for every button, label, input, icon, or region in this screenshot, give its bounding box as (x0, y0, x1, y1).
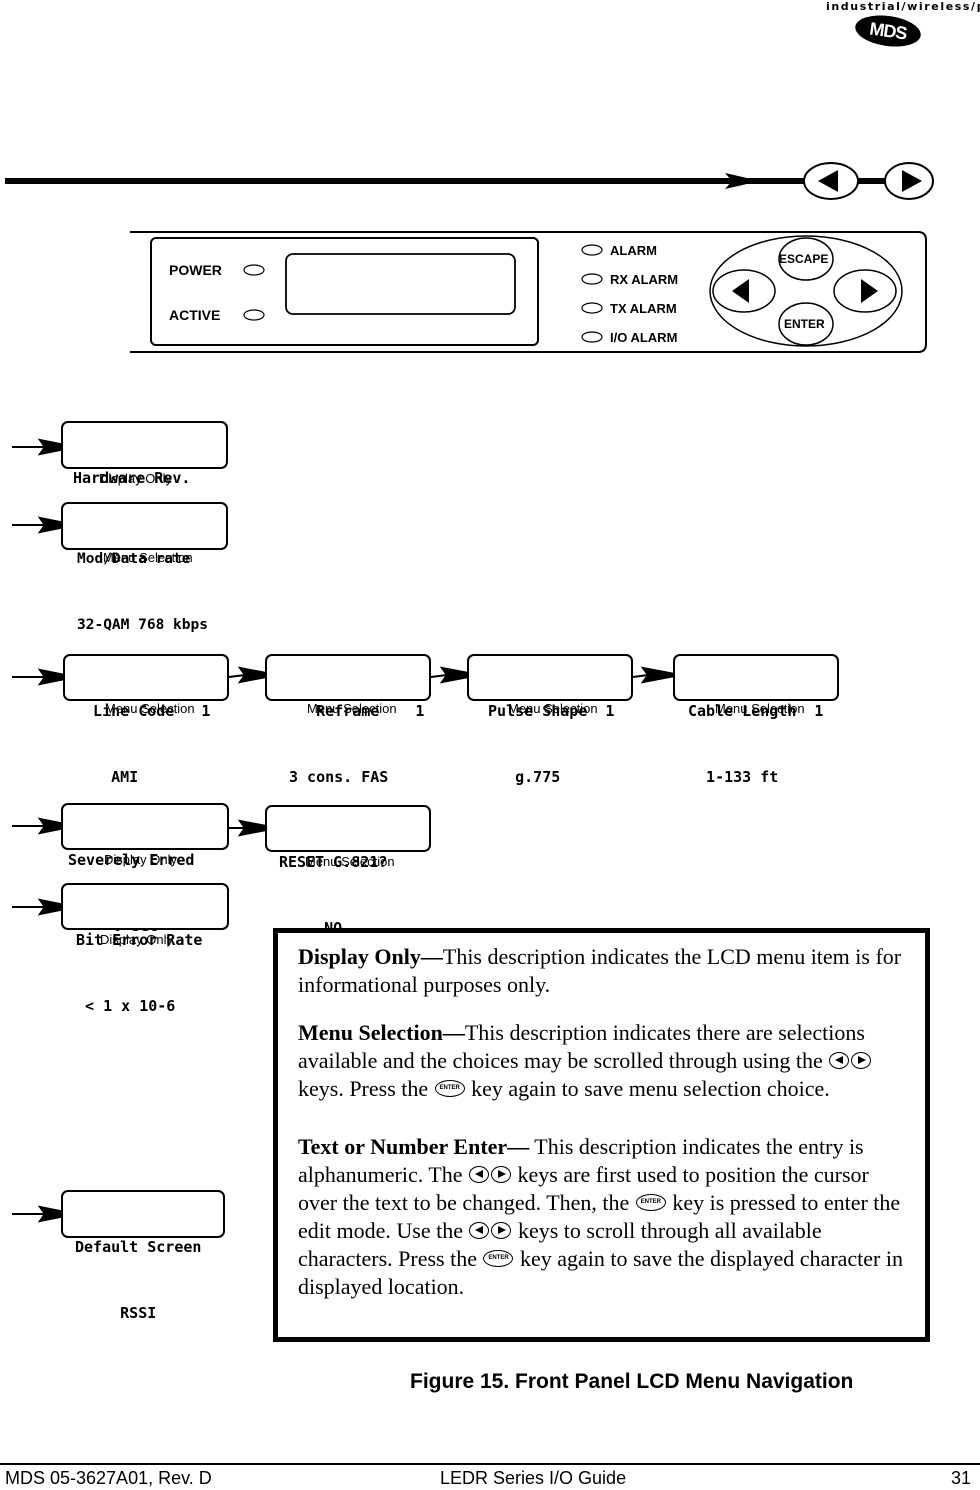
active-label: ACTIVE (169, 307, 221, 323)
lcd-line-2: AMI (75, 768, 139, 786)
text-enter-description: Text or Number Enter— This description i… (298, 1133, 905, 1301)
left-key-icon (829, 1052, 850, 1070)
caption-display-only: Display Only (100, 932, 173, 947)
active-led (243, 309, 265, 321)
alarm-led (581, 244, 603, 256)
caption-menu-selection: Menu Selection (103, 550, 193, 565)
power-led (243, 264, 265, 276)
enter-key-icon: ENTER (434, 1080, 465, 1098)
nav-left-button[interactable] (803, 162, 859, 200)
display-only-description: Display Only—This description indicates … (298, 943, 905, 999)
display-only-term: Display Only— (298, 944, 443, 969)
footer-divider (0, 1463, 980, 1465)
lcd-default-screen: Default Screen RSSI (61, 1190, 225, 1322)
lcd-line-2: 3 cons. FAS (289, 768, 389, 786)
top-nav-line (5, 173, 885, 189)
escape-button-label: ESCAPE (779, 252, 829, 266)
lcd-line-2: 1-133 ft (688, 768, 779, 786)
io-alarm-label: I/O ALARM (610, 330, 678, 345)
lcd-reset-g821: RESET G.821? NO (265, 805, 431, 937)
lcd-line-2: < 1 x 10-6 (76, 997, 176, 1015)
lcd-line-2: RSSI (75, 1304, 157, 1322)
footer-doc-id: MDS 05-3627A01, Rev. D (5, 1468, 212, 1488)
lcd-reframe: Reframe 1 3 cons. FAS (265, 654, 431, 786)
lcd-line-2: 32-QAM 768 kbps (77, 617, 208, 633)
legend-description-box: Display Only—This description indicates … (273, 928, 930, 1342)
footer-title: LEDR Series I/O Guide (440, 1468, 627, 1488)
enter-key-icon: ENTER (483, 1250, 514, 1268)
menu-selection-text: keys. Press the (298, 1076, 429, 1101)
figure-caption: Figure 15. Front Panel LCD Menu Navigati… (410, 1370, 854, 1393)
footer-page-number: 31 (951, 1468, 972, 1488)
tx-alarm-label: TX ALARM (610, 301, 677, 316)
power-label: POWER (169, 262, 222, 278)
lcd-bit-error-rate: Bit Error Rate < 1 x 10-6 (61, 883, 229, 1015)
menu-selection-text: key again to save menu selection choice. (471, 1076, 830, 1101)
caption-display-only: Display Only (104, 852, 177, 867)
caption-menu-selection: Menu Selection (715, 701, 805, 716)
lcd-pulse-shape: Pulse Shape 1 g.775 (467, 654, 633, 786)
tx-alarm-led (581, 302, 603, 314)
lcd-display-window (285, 253, 516, 315)
right-key-icon (491, 1222, 512, 1240)
io-alarm-led (581, 331, 603, 343)
left-key-icon (469, 1166, 490, 1184)
caption-menu-selection: Menu Selection (508, 701, 598, 716)
nav-right-button[interactable] (884, 162, 934, 200)
menu-selection-description: Menu Selection—This description indicate… (298, 1019, 905, 1103)
lcd-cable-length: Cable Length 1 1-133 ft (673, 654, 839, 786)
enter-button-label: ENTER (784, 317, 825, 331)
enter-key-icon: ENTER (635, 1194, 666, 1212)
alarm-label: ALARM (610, 243, 657, 258)
caption-display-only: Display Only (99, 471, 172, 486)
rx-alarm-led (581, 273, 603, 285)
lcd-hardware-rev: Hardware Rev. xxxxxxxx (61, 421, 228, 553)
lcd-line-code: Line Code 1 AMI (63, 654, 229, 786)
left-key-icon (469, 1222, 490, 1240)
caption-menu-selection: Menu Selection (307, 701, 397, 716)
caption-menu-selection: Menu Selection (305, 854, 395, 869)
caption-menu-selection: Menu Selection (105, 701, 195, 716)
lcd-line-1: Default Screen (75, 1238, 202, 1256)
lcd-line-2: g.775 (479, 768, 561, 786)
text-enter-term: Text or Number Enter— (298, 1134, 530, 1159)
lcd-severely-erred: Severely Erred 0 sec (61, 803, 229, 935)
lcd-mod-data-rate: Mod/Data rate 32-QAM 768 kbps (61, 502, 228, 633)
right-key-icon (491, 1166, 512, 1184)
menu-selection-term: Menu Selection— (298, 1020, 465, 1045)
panel-right-button[interactable] (833, 269, 897, 313)
right-key-icon (851, 1052, 872, 1070)
rx-alarm-label: RX ALARM (610, 272, 679, 287)
panel-left-button[interactable] (712, 269, 776, 313)
